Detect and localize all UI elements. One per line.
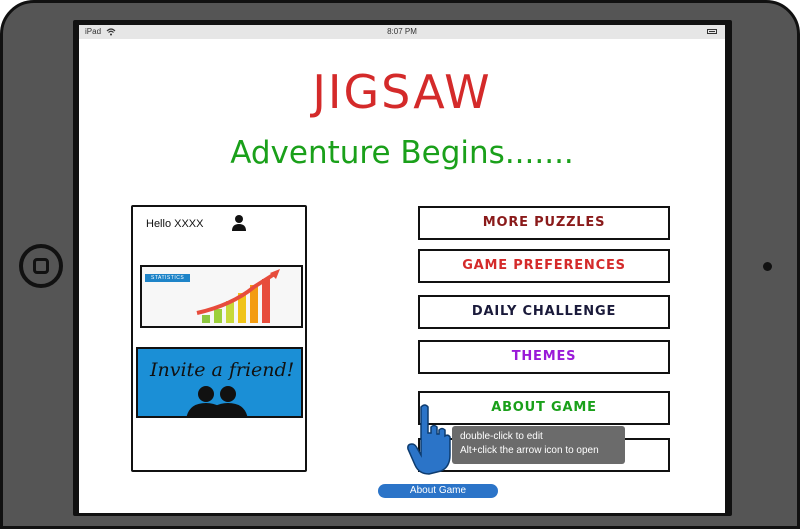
user-icon[interactable] <box>231 214 247 232</box>
growth-chart-icon <box>196 269 280 323</box>
status-bar: iPad 8:07 PM <box>79 25 725 39</box>
camera-dot <box>763 262 772 271</box>
tooltip-line-2: Alt+click the arrow icon to open <box>460 445 599 456</box>
invite-friend-card[interactable]: Invite a friend! <box>136 347 303 418</box>
app-subtitle: Adventure Begins....... <box>230 135 574 171</box>
about-game-button[interactable]: ABOUT GAME <box>418 391 670 425</box>
more-puzzles-button[interactable]: MORE PUZZLES <box>418 206 670 240</box>
friends-silhouette-icon <box>186 386 248 416</box>
daily-challenge-button[interactable]: DAILY CHALLENGE <box>418 295 670 329</box>
hand-cursor-icon <box>407 404 451 475</box>
greeting-text: Hello XXXX <box>146 218 204 230</box>
edit-tooltip: double-click to edit Alt+click the arrow… <box>452 426 625 464</box>
battery-icon <box>707 29 717 34</box>
themes-button[interactable]: THEMES <box>418 340 670 374</box>
statistics-card[interactable]: STATISTICS <box>140 265 303 328</box>
tooltip-line-1: double-click to edit <box>460 431 543 442</box>
app-screen: iPad 8:07 PM JIGSAW Adventure Begins....… <box>79 25 725 513</box>
app-title: JIGSAW <box>312 65 492 119</box>
status-time: 8:07 PM <box>387 27 417 36</box>
game-preferences-button[interactable]: GAME PREFERENCES <box>418 249 670 283</box>
about-game-link-pill[interactable]: About Game <box>378 484 498 498</box>
home-button[interactable] <box>19 244 63 288</box>
profile-panel: Hello XXXX STATISTICS Invite a friend! <box>131 205 307 472</box>
